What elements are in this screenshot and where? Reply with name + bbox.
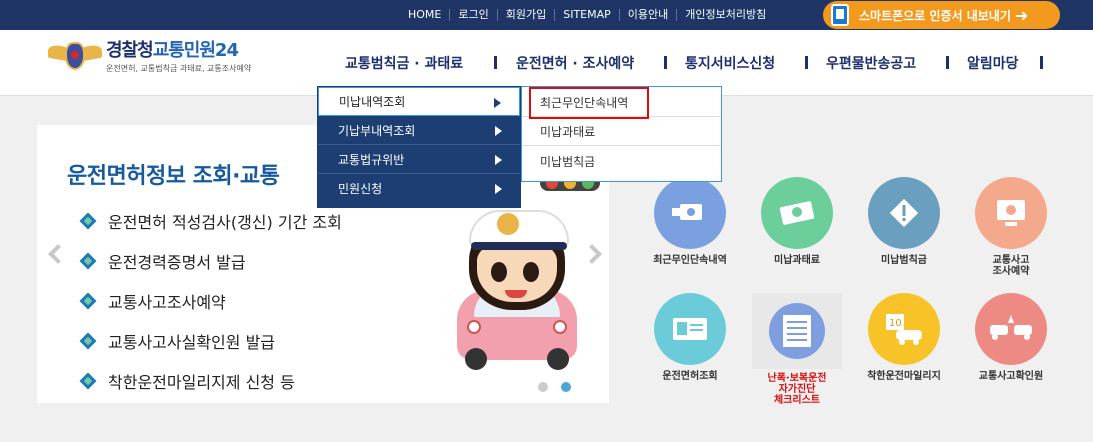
arrow-right-icon: ➜ — [1014, 5, 1029, 25]
gnb-divider — [946, 56, 949, 69]
triangle-right-icon — [495, 126, 502, 136]
util-link-signup[interactable]: 회원가입 — [496, 9, 554, 21]
checklist-icon — [752, 293, 842, 369]
gnb-fines[interactable]: 교통범칙금 · 과태료 — [345, 53, 463, 73]
diamond-bullet-icon — [79, 252, 97, 270]
gnb-notification[interactable]: 통지서비스신청 — [685, 53, 775, 73]
service-license-lookup[interactable]: 운전면허조회 — [645, 293, 735, 382]
utility-nav: HOME 로그인 회원가입 SITEMAP 이용안내 개인정보처리방침 — [400, 0, 774, 30]
gnb-divider — [494, 56, 497, 69]
diamond-bullet-icon — [79, 332, 97, 350]
service-aggressive-driving-checklist[interactable]: 난폭·보복운전 자가진단 체크리스트 — [752, 293, 842, 406]
util-link-privacy[interactable]: 개인정보처리방침 — [676, 9, 774, 21]
top-utility-bar: HOME 로그인 회원가입 SITEMAP 이용안내 개인정보처리방침 스마트폰… — [0, 0, 1093, 30]
service-recent-enforcement[interactable]: 최근무인단속내역 — [645, 177, 735, 266]
service-unpaid-fines[interactable]: 미납과태료 — [752, 177, 842, 266]
gnb-divider — [805, 56, 808, 69]
submenu-item-unpaid-lookup[interactable]: 미납내역조회 — [318, 87, 520, 116]
crash-icon — [975, 293, 1047, 365]
submenu-item-civil-request[interactable]: 민원신청 — [318, 174, 520, 203]
service-good-driving-mileage[interactable]: 10 착한운전마일리지 — [859, 293, 949, 382]
police-badge-icon — [497, 213, 519, 235]
gnb-notice[interactable]: 알림마당 — [967, 53, 1019, 73]
logo-title: 경찰청교통민원24 — [106, 40, 239, 61]
license-icon — [654, 293, 726, 365]
submenu-level1: 미납내역조회 기납부내역조회 교통법규위반 민원신청 — [317, 86, 521, 208]
phone-icon — [831, 4, 849, 26]
slider-next-icon[interactable] — [582, 244, 602, 264]
slider-dot-active[interactable] — [561, 382, 571, 392]
util-link-login[interactable]: 로그인 — [449, 9, 496, 21]
submenu-item-paid-lookup[interactable]: 기납부내역조회 — [318, 116, 520, 145]
export-certificate-label: 스마트폰으로 인증서 내보내기 — [859, 8, 1011, 23]
site-logo[interactable]: 경찰청교통민원24 운전면허, 교통범칙금 과태료, 교통조사예약 — [48, 40, 251, 74]
slider-dot[interactable] — [538, 382, 548, 392]
slide-bullet[interactable]: 착한운전마일리지제 신청 등 — [79, 369, 295, 393]
slide-bullet[interactable]: 교통사고조사예약 — [79, 289, 226, 313]
slide-bullet[interactable]: 교통사고사실확인원 발급 — [79, 329, 275, 353]
highlight-box — [529, 87, 649, 119]
submenu-item-unpaid-fines[interactable]: 미납과태료 — [522, 118, 721, 146]
diamond-bullet-icon — [79, 212, 97, 230]
submenu-item-unpaid-penalties[interactable]: 미납범칙금 — [522, 147, 721, 175]
slide-bullet[interactable]: 운전면허 적성검사(갱신) 기간 조회 — [79, 209, 342, 233]
triangle-right-icon — [495, 184, 502, 194]
money-icon — [761, 177, 833, 249]
logo-subtitle: 운전면허, 교통범칙금 과태료, 교통조사예약 — [106, 64, 252, 73]
gnb-license[interactable]: 운전면허 · 조사예약 — [516, 53, 634, 73]
triangle-right-icon — [495, 155, 502, 165]
gnb-divider — [1040, 56, 1043, 69]
diamond-bullet-icon — [79, 372, 97, 390]
service-accident-reservation[interactable]: 교통사고 조사예약 — [966, 177, 1056, 277]
util-link-sitemap[interactable]: SITEMAP — [554, 9, 619, 21]
service-unpaid-penalties[interactable]: 미납범칙금 — [859, 177, 949, 266]
diamond-bullet-icon — [79, 292, 97, 310]
slide-bullet[interactable]: 운전경력증명서 발급 — [79, 249, 246, 273]
triangle-right-icon — [494, 98, 501, 108]
police-emblem-icon — [48, 40, 102, 74]
mileage-car-icon: 10 — [868, 293, 940, 365]
monitor-icon — [975, 177, 1047, 249]
service-accident-certificate[interactable]: 교통사고확인원 — [966, 293, 1056, 382]
slide-title: 운전면허정보 조회·교통 — [67, 164, 280, 189]
util-link-home[interactable]: HOME — [400, 9, 449, 21]
export-certificate-button[interactable]: 스마트폰으로 인증서 내보내기 ➜ — [823, 1, 1060, 29]
camera-icon — [654, 177, 726, 249]
gnb-returned-mail[interactable]: 우편물반송공고 — [826, 53, 916, 73]
warning-icon — [868, 177, 940, 249]
police-cap-illustration — [469, 210, 569, 250]
svg-text:10: 10 — [889, 318, 902, 329]
submenu-item-traffic-violation[interactable]: 교통법규위반 — [318, 145, 520, 174]
gnb-divider — [664, 56, 667, 69]
util-link-guide[interactable]: 이용안내 — [618, 9, 676, 21]
slider-prev-icon[interactable] — [48, 244, 68, 264]
